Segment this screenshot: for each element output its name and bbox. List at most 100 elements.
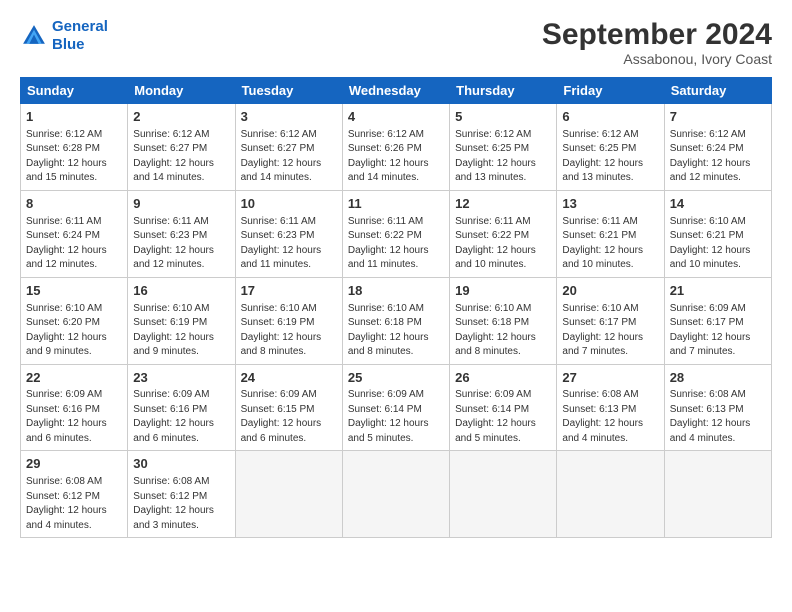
calendar-cell: 25Sunrise: 6:09 AMSunset: 6:14 PMDayligh… — [342, 364, 449, 451]
day-info: Sunrise: 6:09 AMSunset: 6:16 PMDaylight:… — [26, 388, 122, 446]
calendar-cell — [450, 451, 557, 538]
weekday-header-tuesday: Tuesday — [235, 78, 342, 104]
day-info: Sunrise: 6:12 AMSunset: 6:26 PMDaylight:… — [348, 128, 444, 186]
calendar-cell — [557, 451, 664, 538]
weekday-header-monday: Monday — [128, 78, 235, 104]
calendar-cell — [342, 451, 449, 538]
day-number: 13 — [562, 195, 658, 214]
calendar-cell: 19Sunrise: 6:10 AMSunset: 6:18 PMDayligh… — [450, 277, 557, 364]
day-number: 30 — [133, 455, 229, 474]
calendar-cell: 11Sunrise: 6:11 AMSunset: 6:22 PMDayligh… — [342, 190, 449, 277]
day-number: 27 — [562, 369, 658, 388]
calendar-cell: 17Sunrise: 6:10 AMSunset: 6:19 PMDayligh… — [235, 277, 342, 364]
day-info: Sunrise: 6:12 AMSunset: 6:27 PMDaylight:… — [133, 128, 229, 186]
day-number: 7 — [670, 108, 766, 127]
calendar-cell: 18Sunrise: 6:10 AMSunset: 6:18 PMDayligh… — [342, 277, 449, 364]
day-info: Sunrise: 6:10 AMSunset: 6:19 PMDaylight:… — [133, 302, 229, 360]
month-title: September 2024 — [542, 18, 772, 51]
day-info: Sunrise: 6:11 AMSunset: 6:23 PMDaylight:… — [133, 215, 229, 273]
day-info: Sunrise: 6:10 AMSunset: 6:17 PMDaylight:… — [562, 302, 658, 360]
calendar-cell: 5Sunrise: 6:12 AMSunset: 6:25 PMDaylight… — [450, 104, 557, 191]
day-number: 2 — [133, 108, 229, 127]
location-subtitle: Assabonou, Ivory Coast — [542, 51, 772, 67]
day-info: Sunrise: 6:08 AMSunset: 6:12 PMDaylight:… — [133, 475, 229, 533]
day-info: Sunrise: 6:12 AMSunset: 6:25 PMDaylight:… — [562, 128, 658, 186]
calendar-row: 15Sunrise: 6:10 AMSunset: 6:20 PMDayligh… — [21, 277, 772, 364]
calendar-cell: 20Sunrise: 6:10 AMSunset: 6:17 PMDayligh… — [557, 277, 664, 364]
calendar-cell: 7Sunrise: 6:12 AMSunset: 6:24 PMDaylight… — [664, 104, 771, 191]
day-info: Sunrise: 6:09 AMSunset: 6:16 PMDaylight:… — [133, 388, 229, 446]
calendar-row: 22Sunrise: 6:09 AMSunset: 6:16 PMDayligh… — [21, 364, 772, 451]
day-number: 1 — [26, 108, 122, 127]
page: General Blue September 2024 Assabonou, I… — [0, 0, 792, 612]
day-info: Sunrise: 6:11 AMSunset: 6:22 PMDaylight:… — [348, 215, 444, 273]
calendar-cell: 30Sunrise: 6:08 AMSunset: 6:12 PMDayligh… — [128, 451, 235, 538]
calendar-cell: 1Sunrise: 6:12 AMSunset: 6:28 PMDaylight… — [21, 104, 128, 191]
day-info: Sunrise: 6:10 AMSunset: 6:19 PMDaylight:… — [241, 302, 337, 360]
day-number: 6 — [562, 108, 658, 127]
header: General Blue September 2024 Assabonou, I… — [20, 18, 772, 67]
calendar-cell: 29Sunrise: 6:08 AMSunset: 6:12 PMDayligh… — [21, 451, 128, 538]
calendar-cell: 26Sunrise: 6:09 AMSunset: 6:14 PMDayligh… — [450, 364, 557, 451]
calendar-header-row: SundayMondayTuesdayWednesdayThursdayFrid… — [21, 78, 772, 104]
day-info: Sunrise: 6:09 AMSunset: 6:15 PMDaylight:… — [241, 388, 337, 446]
day-number: 16 — [133, 282, 229, 301]
weekday-header-sunday: Sunday — [21, 78, 128, 104]
day-number: 9 — [133, 195, 229, 214]
calendar-cell — [235, 451, 342, 538]
calendar-cell: 15Sunrise: 6:10 AMSunset: 6:20 PMDayligh… — [21, 277, 128, 364]
day-info: Sunrise: 6:12 AMSunset: 6:27 PMDaylight:… — [241, 128, 337, 186]
day-info: Sunrise: 6:09 AMSunset: 6:17 PMDaylight:… — [670, 302, 766, 360]
day-info: Sunrise: 6:10 AMSunset: 6:21 PMDaylight:… — [670, 215, 766, 273]
day-info: Sunrise: 6:08 AMSunset: 6:12 PMDaylight:… — [26, 475, 122, 533]
calendar-cell: 13Sunrise: 6:11 AMSunset: 6:21 PMDayligh… — [557, 190, 664, 277]
calendar-row: 8Sunrise: 6:11 AMSunset: 6:24 PMDaylight… — [21, 190, 772, 277]
weekday-header-saturday: Saturday — [664, 78, 771, 104]
day-info: Sunrise: 6:10 AMSunset: 6:20 PMDaylight:… — [26, 302, 122, 360]
calendar-row: 1Sunrise: 6:12 AMSunset: 6:28 PMDaylight… — [21, 104, 772, 191]
day-info: Sunrise: 6:09 AMSunset: 6:14 PMDaylight:… — [455, 388, 551, 446]
day-number: 15 — [26, 282, 122, 301]
day-info: Sunrise: 6:09 AMSunset: 6:14 PMDaylight:… — [348, 388, 444, 446]
calendar-cell: 9Sunrise: 6:11 AMSunset: 6:23 PMDaylight… — [128, 190, 235, 277]
day-info: Sunrise: 6:12 AMSunset: 6:28 PMDaylight:… — [26, 128, 122, 186]
calendar-table: SundayMondayTuesdayWednesdayThursdayFrid… — [20, 77, 772, 538]
day-number: 10 — [241, 195, 337, 214]
calendar-cell: 21Sunrise: 6:09 AMSunset: 6:17 PMDayligh… — [664, 277, 771, 364]
day-number: 17 — [241, 282, 337, 301]
weekday-header-wednesday: Wednesday — [342, 78, 449, 104]
calendar-cell: 8Sunrise: 6:11 AMSunset: 6:24 PMDaylight… — [21, 190, 128, 277]
day-number: 24 — [241, 369, 337, 388]
weekday-header-thursday: Thursday — [450, 78, 557, 104]
day-number: 20 — [562, 282, 658, 301]
day-number: 25 — [348, 369, 444, 388]
day-info: Sunrise: 6:11 AMSunset: 6:24 PMDaylight:… — [26, 215, 122, 273]
day-number: 23 — [133, 369, 229, 388]
day-info: Sunrise: 6:10 AMSunset: 6:18 PMDaylight:… — [455, 302, 551, 360]
day-info: Sunrise: 6:12 AMSunset: 6:24 PMDaylight:… — [670, 128, 766, 186]
logo-text: General Blue — [52, 18, 108, 54]
logo-line1: General — [52, 18, 108, 35]
calendar-cell: 2Sunrise: 6:12 AMSunset: 6:27 PMDaylight… — [128, 104, 235, 191]
day-number: 14 — [670, 195, 766, 214]
calendar-cell — [664, 451, 771, 538]
day-info: Sunrise: 6:10 AMSunset: 6:18 PMDaylight:… — [348, 302, 444, 360]
day-number: 11 — [348, 195, 444, 214]
day-info: Sunrise: 6:11 AMSunset: 6:23 PMDaylight:… — [241, 215, 337, 273]
calendar-cell: 3Sunrise: 6:12 AMSunset: 6:27 PMDaylight… — [235, 104, 342, 191]
title-block: September 2024 Assabonou, Ivory Coast — [542, 18, 772, 67]
calendar-cell: 24Sunrise: 6:09 AMSunset: 6:15 PMDayligh… — [235, 364, 342, 451]
calendar-cell: 23Sunrise: 6:09 AMSunset: 6:16 PMDayligh… — [128, 364, 235, 451]
day-number: 18 — [348, 282, 444, 301]
calendar-cell: 4Sunrise: 6:12 AMSunset: 6:26 PMDaylight… — [342, 104, 449, 191]
logo-line2: Blue — [52, 36, 108, 54]
calendar-cell: 6Sunrise: 6:12 AMSunset: 6:25 PMDaylight… — [557, 104, 664, 191]
day-number: 8 — [26, 195, 122, 214]
day-number: 28 — [670, 369, 766, 388]
logo-icon — [20, 22, 48, 50]
calendar-cell: 10Sunrise: 6:11 AMSunset: 6:23 PMDayligh… — [235, 190, 342, 277]
day-info: Sunrise: 6:08 AMSunset: 6:13 PMDaylight:… — [562, 388, 658, 446]
day-info: Sunrise: 6:11 AMSunset: 6:22 PMDaylight:… — [455, 215, 551, 273]
calendar-row: 29Sunrise: 6:08 AMSunset: 6:12 PMDayligh… — [21, 451, 772, 538]
weekday-header-friday: Friday — [557, 78, 664, 104]
